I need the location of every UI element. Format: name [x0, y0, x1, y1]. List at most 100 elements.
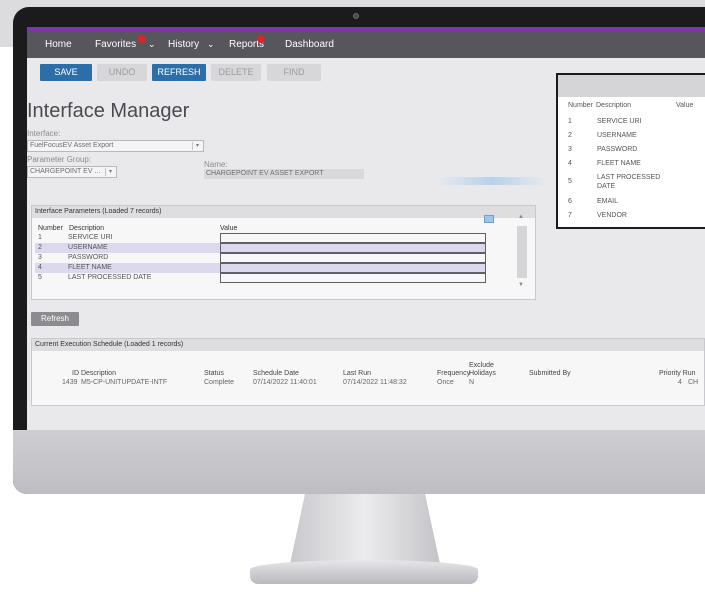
callout-header [558, 75, 705, 97]
value-input[interactable] [220, 263, 486, 273]
row-number: 7 [568, 212, 572, 219]
column-holidays: Holidays [469, 370, 496, 377]
table-row[interactable]: 3 PASSWORD [35, 253, 486, 263]
column-schedule-date: Schedule Date [253, 370, 299, 377]
find-button[interactable]: FIND [267, 64, 321, 81]
column-priority-run: Priority Run [659, 370, 696, 377]
column-status: Status [204, 370, 224, 377]
refresh-toolbar-button[interactable]: REFRESH [152, 64, 206, 81]
row-frequency: Once [437, 379, 454, 386]
scene: Home Favorites ⌄ History ⌄ Reports Dashb… [0, 0, 705, 592]
row-description: LAST PROCESSED DATE [597, 174, 661, 190]
name-field: CHARGEPOINT EV ASSET EXPORT [204, 169, 364, 179]
row-number: 2 [568, 132, 572, 139]
monitor-chin [13, 430, 705, 494]
row-description: SERVICE URI [68, 234, 113, 241]
chevron-down-icon[interactable]: ▾ [192, 142, 202, 150]
value-input[interactable] [220, 273, 486, 283]
row-number: 4 [38, 264, 42, 271]
reports-badge [257, 35, 265, 43]
row-number: 1 [38, 234, 42, 241]
row-id: 1439 [62, 379, 78, 386]
menu-home[interactable]: Home [45, 39, 72, 50]
table-row[interactable]: 4 FLEET NAME [35, 263, 486, 273]
parameter-group-label: Parameter Group: [27, 155, 92, 164]
chevron-down-icon[interactable]: ⌄ [148, 39, 156, 50]
table-row[interactable]: 1 SERVICE URI [35, 233, 486, 243]
interface-label: Interface: [27, 129, 61, 138]
column-id-description: ID Description [72, 370, 116, 377]
value-input[interactable] [220, 233, 486, 243]
menu-favorites[interactable]: Favorites [95, 39, 136, 50]
zoomed-parameters-callout: Number Description Value 1 SERVICE URI 2… [556, 73, 705, 229]
save-button[interactable]: SAVE [40, 64, 92, 81]
row-last-run: 07/14/2022 11:48:32 [343, 379, 407, 386]
interface-parameters-panel: Interface Parameters (Loaded 7 records) … [31, 205, 536, 300]
name-label: Name: [204, 160, 228, 169]
row-exclude-holidays: N [469, 379, 475, 386]
row-number: 4 [568, 160, 572, 167]
monitor-stand [290, 494, 440, 564]
row-number: 3 [568, 146, 572, 153]
row-description: PASSWORD [597, 146, 638, 153]
column-number: Number [568, 102, 593, 109]
row-description: FLEET NAME [68, 264, 112, 271]
parameters-header: Interface Parameters (Loaded 7 records) [32, 206, 535, 218]
scroll-up-icon[interactable]: ▲ [518, 214, 524, 220]
value-input[interactable] [220, 253, 486, 263]
row-description: USERNAME [597, 132, 637, 139]
delete-button[interactable]: DELETE [211, 64, 261, 81]
parameter-group-select[interactable]: CHARGEPOINT EV ... ▾ [27, 166, 117, 178]
row-priority: 4 [678, 379, 682, 386]
row-schedule-date: 07/14/2022 11:40:01 [253, 379, 317, 386]
row-number: 1 [568, 118, 572, 125]
menu-bar: Home Favorites ⌄ History ⌄ Reports Dashb… [27, 27, 705, 58]
scroll-down-icon[interactable]: ▼ [518, 282, 524, 288]
row-description: USERNAME [68, 244, 108, 251]
row-number: 6 [568, 198, 572, 205]
table-row[interactable]: 2 USERNAME [35, 243, 486, 253]
table-row[interactable]: 5 LAST PROCESSED DATE [35, 273, 486, 283]
column-value: Value [676, 102, 694, 109]
chevron-down-icon[interactable]: ▾ [105, 168, 115, 176]
webcam-icon [353, 13, 359, 19]
column-frequency: Frequency [437, 370, 471, 377]
row-description: PASSWORD [68, 254, 109, 261]
row-number: 5 [38, 274, 42, 281]
column-value: Value [220, 225, 238, 232]
interface-value: FuelFocusEV Asset Export [30, 142, 114, 149]
interface-select[interactable]: FuelFocusEV Asset Export ▾ [27, 140, 204, 152]
menu-history[interactable]: History [168, 39, 199, 50]
column-submitted-by: Submitted By [529, 370, 571, 377]
refresh-button[interactable]: Refresh [31, 312, 79, 326]
row-description: VENDOR [597, 212, 627, 219]
chevron-down-icon[interactable]: ⌄ [207, 39, 215, 50]
monitor-stand-base [250, 560, 478, 584]
row-number: 5 [568, 178, 572, 185]
row-run: CH [688, 379, 699, 386]
column-description: Description [69, 225, 105, 232]
scrollbar[interactable] [517, 226, 527, 278]
schedule-header: Current Execution Schedule (Loaded 1 rec… [32, 339, 704, 351]
value-input[interactable] [220, 243, 486, 253]
row-status: Complete [204, 379, 234, 386]
parameter-group-value: CHARGEPOINT EV ... [30, 168, 101, 175]
grid-options-icon[interactable] [484, 215, 494, 223]
row-description: FLEET NAME [597, 160, 641, 167]
screen-glare [437, 177, 547, 185]
row-number: 2 [38, 244, 42, 251]
page-title: Interface Manager [27, 100, 190, 122]
undo-button[interactable]: UNDO [97, 64, 147, 81]
row-number: 3 [38, 254, 42, 261]
row-description: SERVICE URI [597, 118, 642, 125]
row-description: EMAIL [597, 198, 619, 205]
column-description: Description [596, 102, 632, 109]
menu-dashboard[interactable]: Dashboard [285, 39, 334, 50]
column-number: Number [38, 225, 63, 232]
column-last-run: Last Run [343, 370, 372, 377]
column-exclude: Exclude [469, 362, 494, 369]
row-description: M5-CP-UNITUPDATE-INTF [81, 379, 168, 386]
execution-schedule-panel: Current Execution Schedule (Loaded 1 rec… [31, 338, 705, 406]
row-description: LAST PROCESSED DATE [68, 274, 152, 281]
favorites-badge [138, 35, 146, 43]
